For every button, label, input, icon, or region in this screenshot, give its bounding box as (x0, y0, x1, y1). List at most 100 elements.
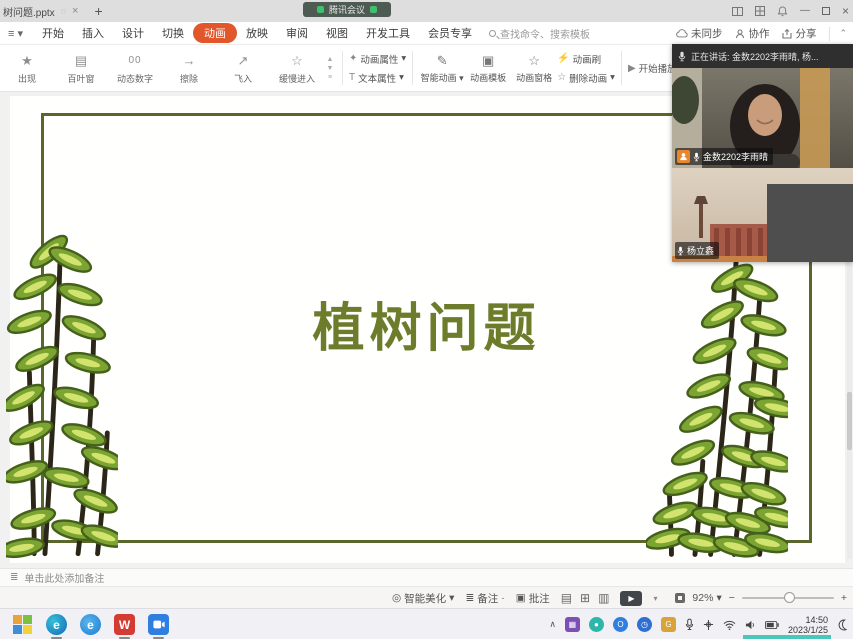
gallery-label: 缓慢进入 (270, 72, 324, 85)
anim-painter-icon: ⚡ (557, 53, 569, 64)
menu-tab-transitions[interactable]: 切换 (153, 23, 193, 43)
menu-tab-devtools[interactable]: 开发工具 (357, 23, 419, 43)
taskbar-clock[interactable]: 14:50 2023/1/25 (788, 615, 828, 635)
video-tile-participant-2[interactable]: 杨立鑫 (672, 168, 853, 262)
anim-props-stack: ✦ 动画属性 ▾ T 文本属性 ▾ (349, 52, 406, 85)
anim-painter-button[interactable]: ⚡ 动画刷 (557, 52, 615, 66)
tray-app-teal-icon[interactable]: ● (589, 617, 604, 632)
smart-anim-label: 智能动画 (421, 73, 457, 83)
command-search[interactable]: 查找命令、搜索模板 (489, 26, 590, 41)
view-switcher: ▤ ⊞ ▥ (561, 591, 610, 605)
menu-tab-view[interactable]: 视图 (317, 23, 357, 43)
start-button[interactable] (12, 614, 33, 635)
anim-pane-button[interactable]: ☆ 动画窗格 (511, 53, 557, 84)
gallery-item-blinds[interactable]: ▤ 百叶窗 (54, 52, 108, 85)
document-tab-title: 树问题.pptx (3, 4, 55, 19)
menu-tab-member[interactable]: 会员专享 (419, 23, 481, 43)
anim-template-icon: ▣ (465, 53, 511, 71)
slideshow-play-button[interactable]: ▶ (620, 591, 642, 606)
document-tab[interactable]: 树问题.pptx ◌ × (0, 0, 84, 22)
notification-moon-icon[interactable] (837, 619, 847, 631)
smart-beautify-button[interactable]: ◎ 智能美化 ▾ (392, 591, 454, 606)
gallery-scroll-buttons[interactable]: ▲▼≡ (324, 56, 336, 81)
zoom-slider[interactable] (742, 597, 834, 599)
tray-app-purple-icon[interactable]: ▦ (565, 617, 580, 632)
notes-toggle-icon: ≣ (465, 592, 474, 604)
tencent-meeting-icon[interactable] (148, 614, 169, 635)
collaborate-button[interactable]: 协作 (735, 26, 769, 41)
scrollbar-thumb[interactable] (847, 392, 852, 450)
menu-tab-design[interactable]: 设计 (113, 23, 153, 43)
browser-e-icon[interactable]: e (80, 614, 101, 635)
apps-grid-icon[interactable] (755, 6, 765, 16)
gallery-item-appear[interactable]: ★ 出现 (0, 52, 54, 85)
play-circle-icon: ▶ (628, 63, 636, 74)
video-tile-participant-1[interactable]: 金数2202李雨晴 (672, 68, 853, 168)
smart-anim-button[interactable]: ✎ 智能动画 ▾ (419, 53, 465, 84)
main-menu-icon[interactable]: ≡ ▾ (8, 27, 23, 40)
new-tab-button[interactable]: + (94, 0, 102, 22)
meeting-banner-pill[interactable]: 腾讯会议 (303, 2, 391, 17)
close-button[interactable]: × (842, 5, 849, 17)
anim-template-button[interactable]: ▣ 动画模板 (465, 53, 511, 84)
minimize-button[interactable]: — (800, 6, 810, 16)
fit-slide-icon[interactable] (675, 593, 685, 603)
titlebar: 树问题.pptx ◌ × + 腾讯会议 — × (0, 0, 853, 22)
windows-taskbar: e e W ∧ ▦ ● O ◷ G (0, 608, 853, 639)
menu-tab-review[interactable]: 审阅 (277, 23, 317, 43)
sync-status-button[interactable]: 未同步 (676, 26, 723, 41)
split-view-icon[interactable] (732, 7, 743, 16)
tray-mic-icon[interactable] (685, 618, 694, 631)
comments-button[interactable]: ▣ 批注 (516, 591, 550, 606)
reading-view-icon[interactable]: ▥ (598, 591, 609, 605)
wps-presentation-window: 树问题.pptx ◌ × + 腾讯会议 — × ≡ ▾ 开始 插入 设计 切换 (0, 0, 853, 639)
menu-tab-home[interactable]: 开始 (33, 23, 73, 43)
play-animation-button[interactable]: ▶ 开始播放 (628, 61, 677, 75)
gallery-item-slow-enter[interactable]: ☆ 缓慢进入 (270, 52, 324, 85)
tab-close-icon[interactable]: × (72, 5, 78, 17)
share-button[interactable]: 分享 (782, 26, 816, 41)
normal-view-icon[interactable]: ▤ (561, 591, 572, 605)
wps-office-icon[interactable]: W (114, 614, 135, 635)
notes-icon: ≣ (10, 572, 18, 583)
maximize-button[interactable] (822, 7, 830, 15)
smart-beautify-label: 智能美化 (404, 591, 446, 606)
bell-icon[interactable] (777, 6, 788, 17)
zoom-slider-knob[interactable] (784, 592, 795, 603)
meeting-signal-icon (317, 6, 324, 13)
ribbon-separator (412, 51, 413, 85)
gallery-item-wipe[interactable]: → 擦除 (162, 52, 216, 85)
delete-anim-icon: ☆ (557, 72, 566, 83)
tray-pen-icon[interactable] (703, 619, 714, 631)
fly-in-icon: ↗ (216, 52, 270, 70)
tencent-meeting-panel[interactable]: 正在讲话: 金数2202李雨晴, 杨... (672, 44, 853, 262)
menubar-right: 未同步 协作 分享 ⌃ (676, 22, 847, 45)
menu-tab-animation-active[interactable]: 动画 (193, 23, 237, 43)
edge-browser-icon[interactable]: e (46, 614, 67, 635)
notes-bar[interactable]: ≣ 单击此处添加备注 (0, 568, 853, 586)
tray-expand-icon[interactable]: ∧ (549, 619, 556, 630)
wifi-icon[interactable] (723, 620, 736, 630)
zoom-out-button[interactable]: − (729, 592, 735, 604)
slide-sorter-icon[interactable]: ⊞ (580, 591, 590, 605)
collapse-ribbon-button[interactable]: ⌃ (829, 27, 847, 41)
gallery-item-fly-in[interactable]: ↗ 飞入 (216, 52, 270, 85)
play-stack: ▶ 开始播放 (628, 61, 677, 75)
slideshow-play-caret[interactable]: ▾ (653, 594, 657, 603)
notes-toggle-button[interactable]: ≣ 备注 · (465, 591, 504, 606)
tray-clock-app-icon[interactable]: ◷ (637, 617, 652, 632)
zoom-level-button[interactable]: 92% ▾ (692, 592, 721, 604)
battery-icon[interactable] (765, 621, 779, 629)
meeting-banner-label: 腾讯会议 (329, 3, 365, 16)
tray-app-blue-icon[interactable]: O (613, 617, 628, 632)
menu-tab-insert[interactable]: 插入 (73, 23, 113, 43)
delete-anim-button[interactable]: ☆ 删除动画 ▾ (557, 71, 615, 85)
tray-app-gold-icon[interactable]: G (661, 617, 676, 632)
text-props-button[interactable]: T 文本属性 ▾ (349, 71, 406, 85)
search-icon (489, 30, 496, 37)
anim-props-button[interactable]: ✦ 动画属性 ▾ (349, 52, 406, 66)
gallery-item-numbers[interactable]: 00 动态数字 (108, 52, 162, 85)
zoom-in-button[interactable]: + (841, 592, 847, 604)
menu-tab-slideshow[interactable]: 放映 (237, 23, 277, 43)
speaker-icon[interactable] (745, 620, 756, 630)
